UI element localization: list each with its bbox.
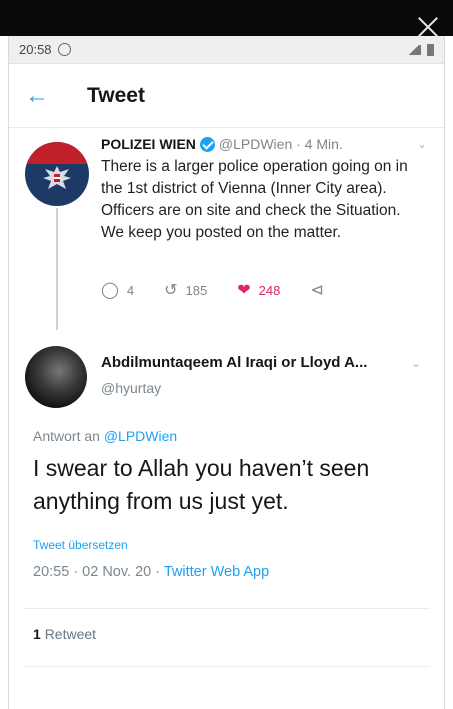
chevron-down-icon[interactable]: ⌄ — [417, 137, 427, 151]
retweet-stats[interactable]: 1 Retweet — [33, 626, 96, 642]
tweet-original-header: POLIZEI WIEN @LPDWien · 4 Min. ⌄ — [101, 136, 427, 152]
arrow-left-icon[interactable]: ← — [25, 83, 61, 108]
tweet-original-body: POLIZEI WIEN @LPDWien · 4 Min. ⌄ There i… — [101, 136, 427, 244]
retweet-icon: ↺ — [164, 282, 178, 299]
reply-icon: ◯ — [101, 282, 119, 299]
reply-author-name[interactable]: Abdilmuntaqeem Al Iraqi or Lloyd A... — [101, 354, 367, 371]
avatar-police[interactable] — [25, 142, 89, 206]
divider — [23, 666, 430, 667]
thread-line — [56, 208, 58, 330]
reply-mention-link[interactable]: @LPDWien — [104, 428, 177, 444]
retweet-stat-label: Retweet — [44, 626, 97, 642]
tweet-reply-text: I swear to Allah you haven’t seen anythi… — [33, 455, 370, 514]
eagle-emblem-icon — [43, 166, 71, 189]
like-count: 248 — [258, 282, 281, 298]
whatsapp-icon — [57, 43, 71, 56]
screen-recording-bezel — [0, 0, 453, 36]
phone-screen: 20:58 ← Tweet POLIZEI WIEN @LPDWien · 4 … — [8, 36, 445, 709]
tweet-separator: · — [292, 136, 304, 152]
status-bar: 20:58 — [9, 36, 444, 64]
status-time: 20:58 — [19, 42, 52, 57]
verified-badge-icon — [199, 136, 215, 152]
author-name[interactable]: POLIZEI WIEN — [101, 136, 196, 152]
tweet-meta: 20:55 · 02 Nov. 20 · Twitter Web App — [33, 564, 269, 580]
author-handle[interactable]: @LPDWien — [219, 136, 292, 152]
retweet-button[interactable]: ↺ 185 — [164, 280, 207, 300]
like-button[interactable]: ❤ 248 — [237, 280, 280, 300]
battery-icon — [427, 43, 434, 56]
tweet-original-text: There is a larger police operation going… — [101, 158, 408, 241]
retweet-stat-count: 1 — [33, 626, 41, 642]
replying-to: Antwort an @LPDWien — [33, 428, 177, 444]
divider — [23, 608, 430, 609]
heart-icon: ❤ — [237, 282, 251, 299]
tweet-timestamp: 20:55 · 02 Nov. 20 · — [33, 564, 161, 580]
reply-button[interactable]: ◯ 4 — [101, 280, 134, 300]
close-icon[interactable] — [417, 16, 439, 38]
tweet-original-actions: ◯ 4 ↺ 185 ❤ 248 ⊲ — [101, 280, 401, 300]
chevron-down-icon[interactable]: ⌄ — [411, 356, 421, 370]
avatar-user[interactable] — [25, 346, 87, 408]
reply-prefix: Antwort an — [33, 428, 100, 444]
page-title: Tweet — [87, 83, 145, 107]
signal-icon — [407, 44, 421, 55]
status-icons — [407, 43, 434, 56]
translate-tweet-link[interactable]: Tweet übersetzen — [33, 538, 128, 552]
share-button[interactable]: ⊲ — [310, 280, 331, 300]
share-icon: ⊲ — [310, 282, 324, 299]
reply-count: 4 — [126, 282, 135, 298]
tweet-original[interactable]: POLIZEI WIEN @LPDWien · 4 Min. ⌄ There i… — [9, 128, 444, 330]
retweet-count: 185 — [185, 282, 208, 298]
separator-dot: · — [296, 136, 301, 152]
reply-author-handle[interactable]: @hyurtay — [101, 380, 161, 396]
app-bar: ← Tweet — [9, 64, 444, 128]
tweet-time: 4 Min. — [304, 136, 343, 152]
tweet-source-link[interactable]: Twitter Web App — [164, 564, 269, 580]
